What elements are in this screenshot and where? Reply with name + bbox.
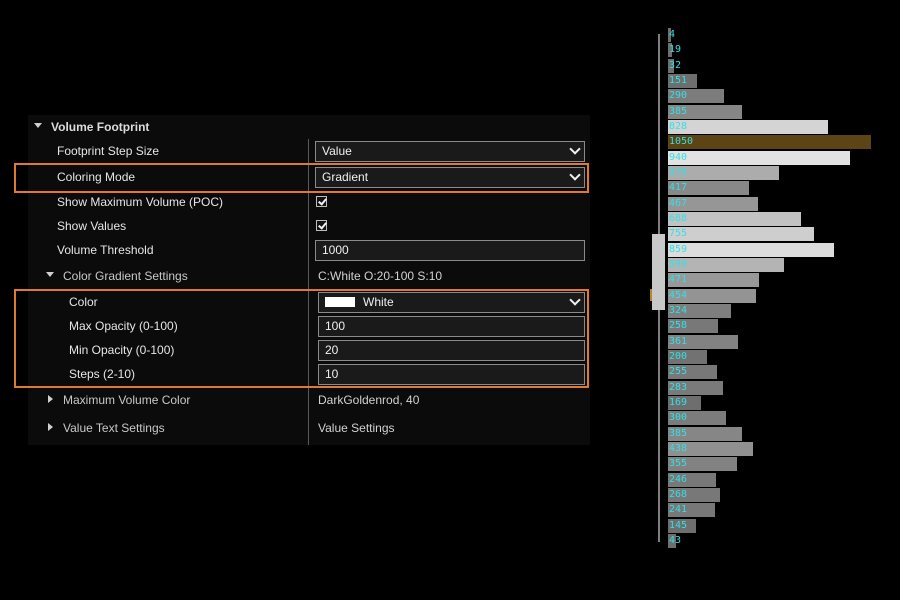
row-color: Color White <box>28 290 590 314</box>
volume-label: 361 <box>669 336 688 347</box>
show-poc-label: Show Maximum Volume (POC) <box>57 195 224 209</box>
volume-bar <box>668 227 814 241</box>
poc-marker <box>650 289 652 301</box>
volume-bar <box>668 120 828 134</box>
volume-label: 200 <box>669 351 688 362</box>
volume-label: 151 <box>669 75 688 86</box>
value-text-settings-label: Value Text Settings <box>63 421 165 435</box>
threshold-label: Volume Threshold <box>57 243 154 257</box>
volume-label: 940 <box>669 152 688 163</box>
volume-label: 290 <box>669 90 688 101</box>
volume-bar <box>668 151 850 165</box>
volume-label: 283 <box>669 382 688 393</box>
row-coloring-mode: Coloring Mode Gradient <box>28 165 590 189</box>
volume-label: 300 <box>669 412 688 423</box>
volume-label: 385 <box>669 106 688 117</box>
volume-bar <box>668 135 871 149</box>
volume-label: 324 <box>669 305 688 316</box>
chevron-down-icon <box>569 143 581 155</box>
row-footprint-step-size: Footprint Step Size Value <box>28 139 590 163</box>
volume-label: 4 <box>669 29 676 40</box>
volume-label: 859 <box>669 244 688 255</box>
volume-label: 688 <box>669 213 688 224</box>
volume-label: 471 <box>669 274 688 285</box>
row-color-gradient-settings[interactable]: Color Gradient Settings C:White O:20-100… <box>28 264 590 288</box>
volume-label: 385 <box>669 428 688 439</box>
volume-label: 241 <box>669 504 688 515</box>
volume-label: 599 <box>669 259 688 270</box>
step-size-value: Value <box>322 144 352 158</box>
volume-label: 43 <box>669 535 682 546</box>
max-opacity-label: Max Opacity (0-100) <box>69 319 178 333</box>
volume-label: 467 <box>669 198 688 209</box>
color-value: White <box>363 295 394 309</box>
color-label: Color <box>69 295 98 309</box>
expand-caret-icon[interactable] <box>48 395 53 403</box>
threshold-input[interactable]: 1000 <box>315 240 585 261</box>
volume-label: 255 <box>669 366 688 377</box>
max-opacity-input[interactable]: 100 <box>318 316 585 337</box>
steps-label: Steps (2-10) <box>69 367 136 381</box>
volume-label: 268 <box>669 489 688 500</box>
max-volume-color-summary: DarkGoldenrod, 40 <box>318 393 420 407</box>
scroll-handle[interactable] <box>652 234 665 310</box>
coloring-mode-value: Gradient <box>322 170 369 184</box>
volume-label: 755 <box>669 228 688 239</box>
row-value-text-settings[interactable]: Value Text Settings Value Settings <box>28 416 590 440</box>
section-title: Volume Footprint <box>51 120 150 134</box>
coloring-mode-label: Coloring Mode <box>57 170 136 184</box>
min-opacity-label: Min Opacity (0-100) <box>69 343 175 357</box>
volume-label: 19 <box>669 44 682 55</box>
show-poc-checkbox[interactable] <box>316 196 327 207</box>
color-select[interactable]: White <box>318 292 585 313</box>
volume-label: 169 <box>669 397 688 408</box>
volume-label: 246 <box>669 474 688 485</box>
volume-label: 145 <box>669 520 688 531</box>
volume-bar <box>668 243 834 257</box>
volume-label: 438 <box>669 443 688 454</box>
row-steps: Steps (2-10) 10 <box>28 362 590 386</box>
chevron-down-icon <box>569 169 581 181</box>
section-volume-footprint[interactable]: Volume Footprint <box>28 115 590 139</box>
row-maximum-volume-color[interactable]: Maximum Volume Color DarkGoldenrod, 40 <box>28 388 590 412</box>
show-values-checkbox[interactable] <box>316 220 327 231</box>
value-text-settings-summary: Value Settings <box>318 421 395 435</box>
gradient-settings-summary: C:White O:20-100 S:10 <box>318 269 443 283</box>
volume-label: 417 <box>669 182 688 193</box>
volume-label: 576 <box>669 167 688 178</box>
row-max-opacity: Max Opacity (0-100) 100 <box>28 314 590 338</box>
expand-caret-icon[interactable] <box>46 272 54 277</box>
volume-label: 258 <box>669 320 688 331</box>
volume-label: 32 <box>669 60 682 71</box>
show-values-label: Show Values <box>57 219 127 233</box>
steps-input[interactable]: 10 <box>318 364 585 385</box>
row-volume-threshold: Volume Threshold 1000 <box>28 238 590 262</box>
expand-caret-icon[interactable] <box>48 423 53 431</box>
properties-panel: Volume Footprint Footprint Step Size Val… <box>28 115 590 445</box>
row-show-values: Show Values <box>28 214 590 238</box>
step-size-select[interactable]: Value <box>315 141 585 162</box>
row-min-opacity: Min Opacity (0-100) 20 <box>28 338 590 362</box>
volume-profile: 4 19 32 151 290 385 828 1050 940 576 417 467 688 755 8… <box>640 0 900 600</box>
gradient-settings-label: Color Gradient Settings <box>63 269 188 283</box>
row-show-poc: Show Maximum Volume (POC) <box>28 190 590 214</box>
expand-caret-icon[interactable] <box>34 123 42 128</box>
step-size-label: Footprint Step Size <box>57 144 160 158</box>
volume-bar <box>668 212 801 226</box>
volume-label: 454 <box>669 290 688 301</box>
max-volume-color-label: Maximum Volume Color <box>63 393 191 407</box>
chevron-down-icon <box>569 294 581 306</box>
volume-label: 1050 <box>669 136 694 147</box>
coloring-mode-select[interactable]: Gradient <box>315 167 585 188</box>
volume-label: 355 <box>669 458 688 469</box>
min-opacity-input[interactable]: 20 <box>318 340 585 361</box>
color-swatch <box>325 296 355 307</box>
volume-label: 828 <box>669 121 688 132</box>
